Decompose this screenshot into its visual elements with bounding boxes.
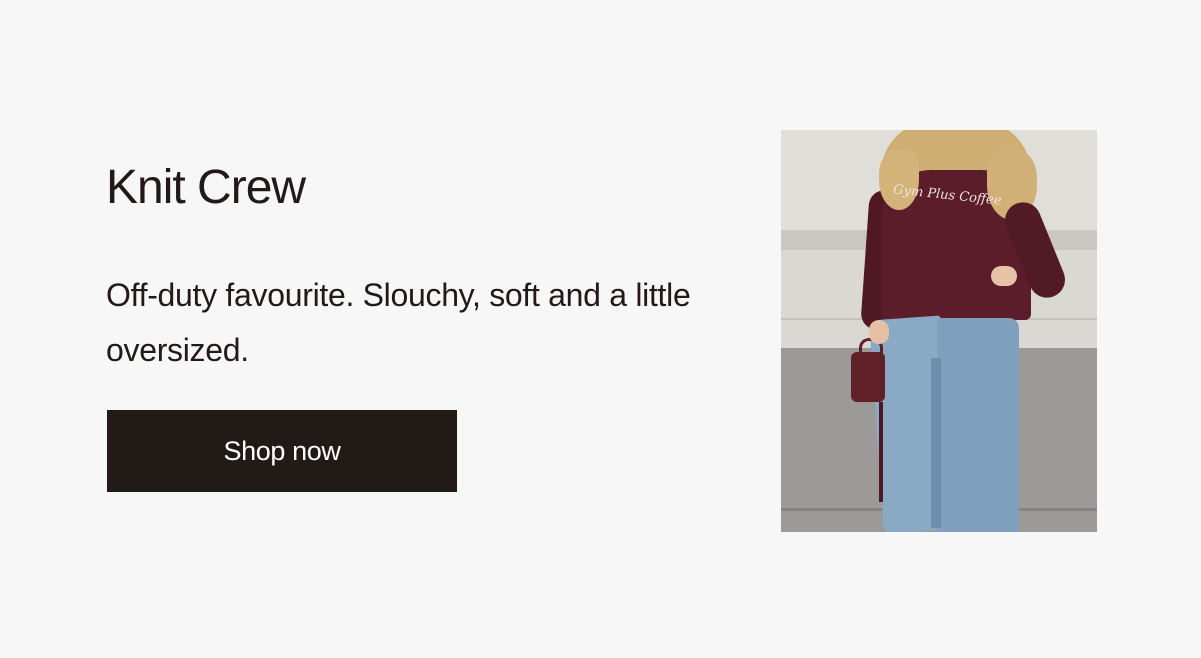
model-hair-left — [879, 150, 919, 210]
jeans-crease — [931, 358, 941, 528]
product-image[interactable]: Gym Plus Coffee — [781, 130, 1097, 532]
promo-description: Off-duty favourite. Slouchy, soft and a … — [106, 277, 691, 368]
burgundy-handbag — [851, 352, 885, 402]
shop-now-button[interactable]: Shop now — [107, 410, 457, 492]
model-hand-right — [991, 266, 1017, 286]
promo-title: Knit Crew — [106, 161, 306, 214]
promo-banner: Knit Crew Off-duty favourite. Slouchy, s… — [0, 0, 1201, 658]
light-wash-jeans — [869, 315, 1023, 532]
bag-strap — [879, 402, 883, 502]
jeans-leg-right — [937, 318, 1019, 532]
model-hand-left — [869, 320, 889, 344]
